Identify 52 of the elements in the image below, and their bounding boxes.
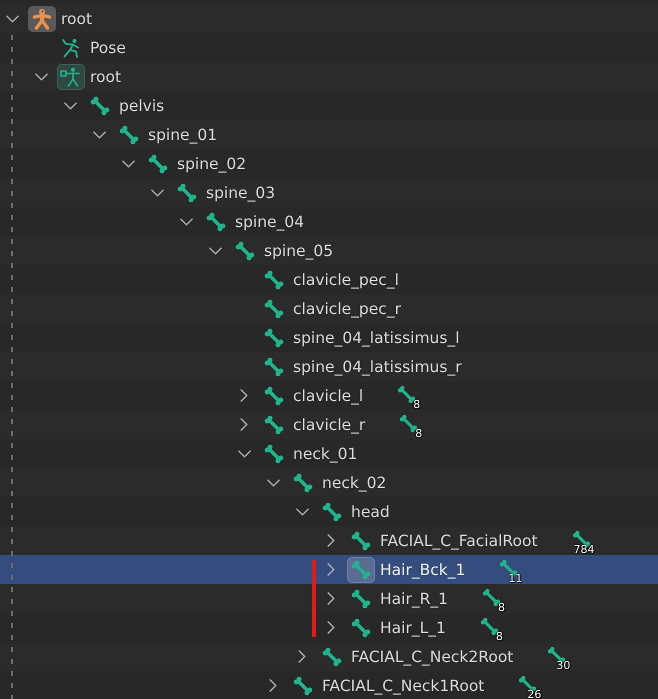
bone-name: spine_03	[206, 184, 276, 202]
bone-name: spine_02	[177, 154, 246, 172]
child-count: 11	[508, 572, 522, 584]
chevron-right-icon[interactable]	[327, 592, 335, 605]
chevron-right-icon[interactable]	[327, 621, 335, 634]
armature-name: root	[90, 68, 122, 86]
chevron-right-icon[interactable]	[298, 650, 306, 663]
pose-label: Pose	[90, 38, 126, 56]
bone-name: Hair_Bck_1	[380, 560, 466, 578]
child-count: 784	[574, 542, 595, 556]
object-name: root	[61, 10, 92, 28]
chevron-down-icon[interactable]	[34, 72, 48, 80]
chevron-down-icon[interactable]	[92, 130, 106, 138]
chevron-down-icon[interactable]	[296, 508, 308, 516]
bone-name: spine_05	[264, 242, 334, 260]
chevron-right-icon[interactable]	[327, 534, 335, 547]
chevron-down-icon[interactable]	[64, 102, 76, 110]
bone-name: head	[351, 502, 390, 520]
chevron-down-icon[interactable]	[266, 478, 280, 486]
bone-name: FACIAL_C_Neck2Root	[351, 648, 514, 666]
child-count: 8	[496, 630, 503, 642]
bone-name: spine_04_latissimus_r	[293, 358, 462, 376]
chevron-right-icon[interactable]	[269, 679, 277, 692]
bone-name: Hair_L_1	[380, 618, 446, 636]
bone-name: FACIAL_C_Neck1Root	[322, 676, 484, 694]
chevron-right-icon[interactable]	[240, 418, 248, 431]
bone-name: spine_04	[235, 212, 304, 230]
bone-name: pelvis	[119, 96, 164, 114]
chevron-down-icon[interactable]	[6, 14, 18, 22]
bone-name: spine_04_latissimus_l	[293, 328, 460, 346]
bone-name: neck_02	[322, 474, 386, 492]
bone-name: neck_01	[293, 444, 358, 462]
chevron-down-icon[interactable]	[180, 218, 192, 226]
child-count: 8	[415, 426, 422, 440]
bone-name: clavicle_l	[293, 386, 364, 404]
bone-name: clavicle_pec_r	[293, 300, 401, 318]
chevron-down-icon[interactable]	[208, 246, 222, 254]
bone-name: clavicle_pec_l	[293, 270, 399, 288]
bone-name: spine_01	[148, 126, 218, 144]
chevron-right-icon[interactable]	[327, 563, 335, 576]
bone-name: clavicle_r	[293, 416, 366, 434]
bone-name: Hair_R_1	[380, 590, 448, 608]
child-count: 8	[413, 398, 420, 410]
chevron-down-icon[interactable]	[238, 450, 250, 458]
child-count: 8	[498, 600, 505, 614]
chevron-right-icon[interactable]	[240, 389, 248, 402]
bone-name: FACIAL_C_FacialRoot	[380, 532, 538, 550]
child-count: 30	[556, 658, 570, 672]
tree-row[interactable]: Hair_Bck_1 11	[0, 555, 658, 584]
chevron-down-icon[interactable]	[150, 188, 164, 196]
child-count: 26	[527, 688, 542, 699]
chevron-down-icon[interactable]	[122, 160, 134, 168]
